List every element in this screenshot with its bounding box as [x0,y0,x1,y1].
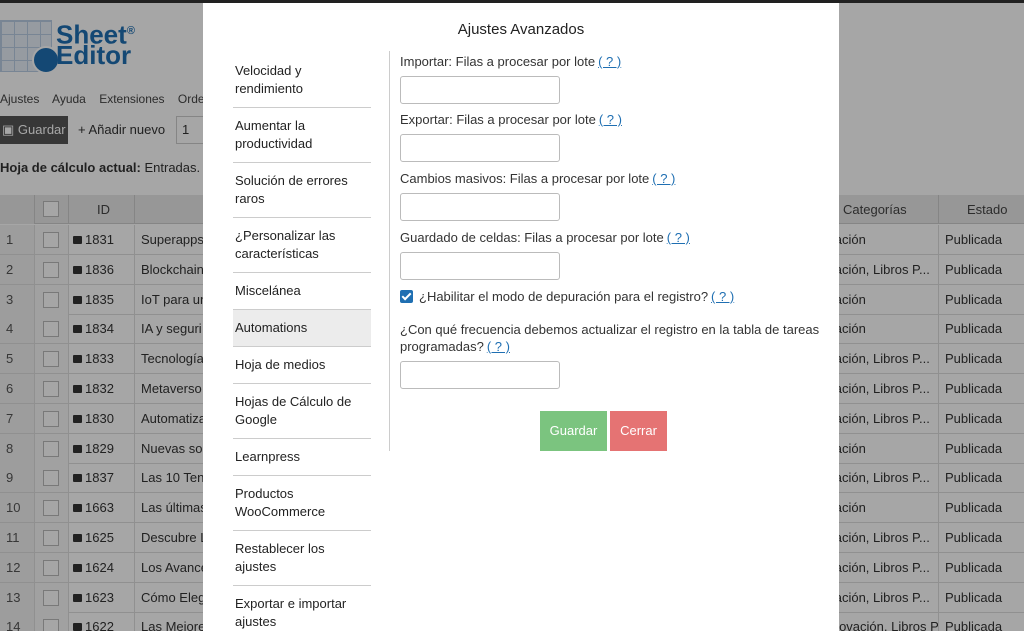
sidebar-item-personalizar[interactable]: ¿Personalizar las características [233,218,371,273]
advanced-settings-modal: Ajustes Avanzados Velocidad y rendimient… [203,3,839,631]
export-field: Exportar: Filas a procesar por lote( ? ) [400,111,820,162]
debug-checkbox[interactable] [400,290,413,303]
save-button[interactable]: Guardar [540,411,607,451]
export-label: Exportar: Filas a procesar por lote( ? ) [400,112,622,127]
mass-label: Cambios masivos: Filas a procesar por lo… [400,171,676,186]
cells-input[interactable] [400,252,560,280]
mass-help-link[interactable]: ( ? ) [652,171,675,186]
sidebar-item-errores[interactable]: Solución de errores raros [233,163,371,218]
debug-help-link[interactable]: ( ? ) [711,289,734,304]
sidebar-item-medios[interactable]: Hoja de medios [233,347,371,384]
cells-help-link[interactable]: ( ? ) [667,230,690,245]
debug-label: ¿Habilitar el modo de depuración para el… [419,289,709,304]
cells-label: Guardado de celdas: Filas a procesar por… [400,230,690,245]
sidebar-item-learnpress[interactable]: Learnpress [233,439,371,476]
sidebar-item-google[interactable]: Hojas de Cálculo de Google [233,384,371,439]
mass-field: Cambios masivos: Filas a procesar por lo… [400,170,820,221]
import-help-link[interactable]: ( ? ) [598,54,621,69]
import-label: Importar: Filas a procesar por lote( ? ) [400,54,622,69]
sidebar-item-automations[interactable]: Automations [233,310,371,347]
sidebar-item-exportar[interactable]: Exportar e importar ajustes [233,586,371,631]
settings-sidebar: Velocidad y rendimiento Aumentar la prod… [233,53,371,631]
freq-input[interactable] [400,361,560,389]
cells-field: Guardado de celdas: Filas a procesar por… [400,229,820,280]
sidebar-item-productividad[interactable]: Aumentar la productividad [233,108,371,163]
import-field: Importar: Filas a procesar por lote( ? ) [400,53,820,104]
freq-label: ¿Con qué frecuencia debemos actualizar e… [400,322,820,354]
sidebar-item-miscelanea[interactable]: Miscelánea [233,273,371,310]
freq-help-link[interactable]: ( ? ) [487,339,510,354]
mass-input[interactable] [400,193,560,221]
sidebar-item-restablecer[interactable]: Restablecer los ajustes [233,531,371,586]
export-help-link[interactable]: ( ? ) [599,112,622,127]
export-input[interactable] [400,134,560,162]
sidebar-item-woocommerce[interactable]: Productos WooCommerce [233,476,371,531]
modal-title: Ajustes Avanzados [457,21,585,38]
sidebar-divider [389,51,390,451]
sidebar-item-velocidad[interactable]: Velocidad y rendimiento [233,53,371,108]
freq-field: ¿Con qué frecuencia debemos actualizar e… [400,321,820,389]
debug-field: ¿Habilitar el modo de depuración para el… [400,288,820,305]
close-button[interactable]: Cerrar [610,411,667,451]
import-input[interactable] [400,76,560,104]
